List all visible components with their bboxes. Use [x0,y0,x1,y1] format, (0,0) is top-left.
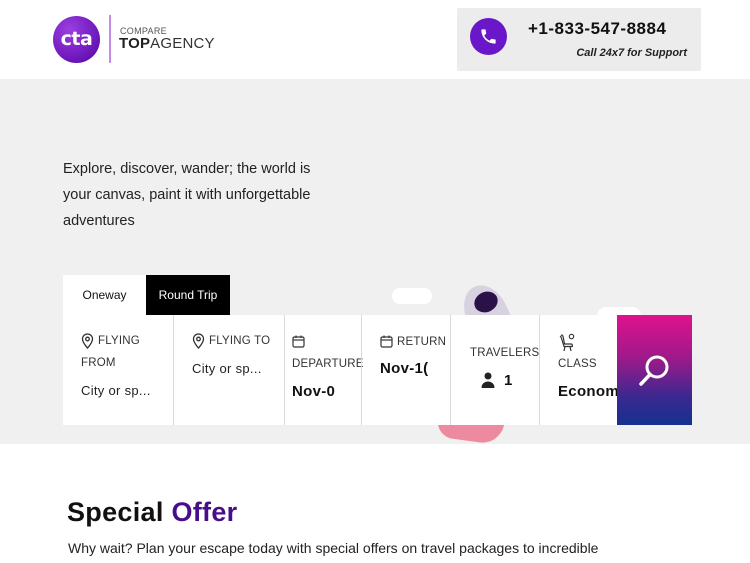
calendar-icon [380,335,393,348]
class-select[interactable]: Econom [558,383,617,400]
flight-search-panel: FLYING FROM City or sp... FLYING TO City… [63,315,617,425]
travelers-field[interactable]: TRAVELERS 1 [451,315,539,425]
departure-field[interactable]: DEPARTURE Nov-0 [285,315,364,425]
class-field[interactable]: CLASS Econom [540,315,617,425]
travelers-label: TRAVELERS [470,347,540,359]
seat-icon [559,333,575,352]
tab-oneway[interactable]: Oneway [63,275,146,315]
logo-divider [109,15,111,63]
flying-to-field[interactable]: FLYING TO City or sp... [174,315,284,425]
special-offer-description: Why wait? Plan your escape today with sp… [68,540,599,556]
site-header: cta COMPARE TOPAGENCY +1-833-547-8884 Ca… [0,0,750,79]
flying-from-label-line1: FLYING [98,335,140,347]
phone-support-box[interactable]: +1-833-547-8884 Call 24x7 for Support [457,8,701,71]
calendar-icon [292,335,305,348]
location-pin-icon [81,333,94,349]
phone-icon [470,18,507,55]
travelers-count[interactable]: 1 [504,372,524,389]
search-button[interactable] [617,315,692,425]
logo-brand-text[interactable]: TOPAGENCY [119,35,215,52]
departure-label: DEPARTURE [292,358,364,370]
logo-brand-bold: TOP [119,35,151,52]
phone-support-text: Call 24x7 for Support [576,47,687,59]
flying-from-label-line2: FROM [81,357,116,369]
return-field[interactable]: RETURN Nov-1( [362,315,450,425]
logo-brand-rest: AGENCY [150,35,215,52]
flying-to-input[interactable]: City or sp... [192,361,277,376]
offer-title-part1: Special [67,497,164,527]
logo-mark[interactable]: cta [53,16,100,63]
cloud-decoration [392,288,432,304]
departure-input[interactable]: Nov-0 [292,383,352,400]
flying-to-label: FLYING TO [209,335,271,347]
location-pin-icon [192,333,205,349]
search-icon [639,355,669,386]
flying-from-input[interactable]: City or sp... [81,383,166,398]
return-input[interactable]: Nov-1( [380,360,430,377]
return-label: RETURN [397,336,447,348]
flying-from-field[interactable]: FLYING FROM City or sp... [63,315,173,425]
phone-number[interactable]: +1-833-547-8884 [528,19,666,39]
person-icon [481,372,495,388]
class-label: CLASS [558,358,597,370]
hero-tagline: Explore, discover, wander; the world is … [63,161,311,229]
tab-round-trip[interactable]: Round Trip [146,275,230,315]
offer-title-part2: Offer [171,497,238,527]
special-offer-heading: Special Offer [67,497,237,528]
